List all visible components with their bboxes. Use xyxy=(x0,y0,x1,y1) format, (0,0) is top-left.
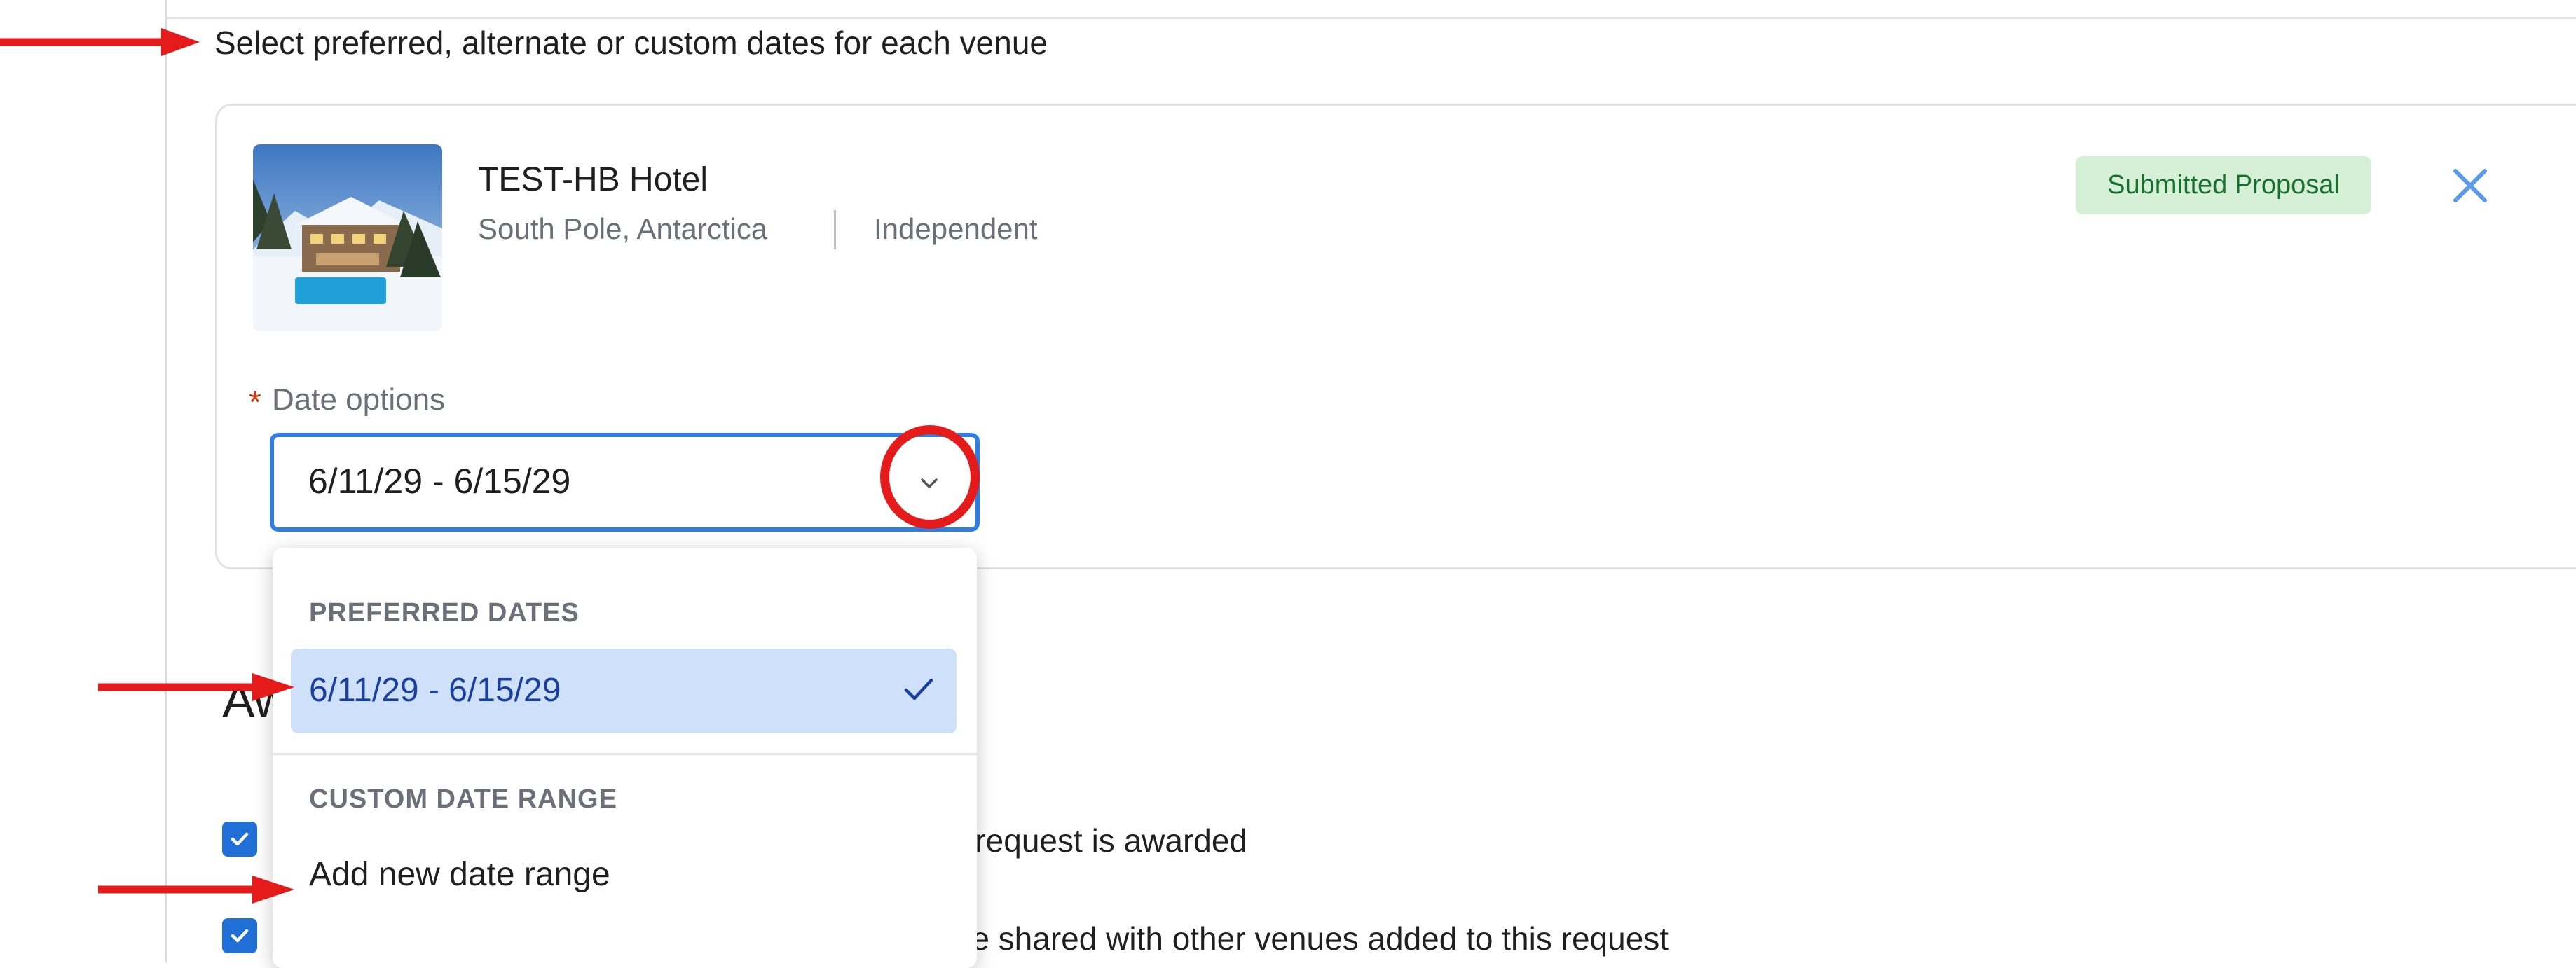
top-divider xyxy=(165,0,2576,19)
hotel-name: TEST-HB Hotel xyxy=(478,161,708,198)
annotation-arrow-icon xyxy=(98,876,294,904)
dropdown-option-preferred-label: 6/11/29 - 6/15/29 xyxy=(309,672,561,709)
checkbox-notify-awarded[interactable] xyxy=(222,822,257,857)
checkbox-checked-icon xyxy=(231,929,249,943)
hotel-type: Independent xyxy=(874,212,1038,245)
dropdown-group-custom: CUSTOM DATE RANGE xyxy=(309,784,617,814)
dropdown-divider xyxy=(273,753,977,755)
close-icon xyxy=(2453,169,2487,202)
hotel-location: South Pole, Antarctica xyxy=(478,212,768,245)
checkbox-1-label: e request is awarded xyxy=(948,822,1248,859)
checkbox-share-venue[interactable] xyxy=(222,918,257,953)
checkbox-checked-icon xyxy=(231,832,249,846)
date-options-label: Date options xyxy=(272,382,446,417)
close-button[interactable] xyxy=(2446,161,2495,210)
dropdown-option-add-date-range[interactable]: Add new date range xyxy=(309,853,610,897)
status-badge: Submitted Proposal xyxy=(2076,156,2371,214)
checkmark-icon xyxy=(904,678,933,700)
required-marker: * xyxy=(249,384,261,420)
annotation-arrow-icon xyxy=(98,673,294,701)
meta-separator xyxy=(834,210,836,249)
date-options-value: 6/11/29 - 6/15/29 xyxy=(308,462,571,501)
annotation-circle xyxy=(880,425,980,529)
intro-text: Select preferred, alternate or custom da… xyxy=(214,25,1048,61)
annotation-arrow-icon xyxy=(0,28,200,56)
hotel-thumbnail xyxy=(253,144,442,331)
dropdown-group-preferred: PREFERRED DATES xyxy=(309,598,580,628)
